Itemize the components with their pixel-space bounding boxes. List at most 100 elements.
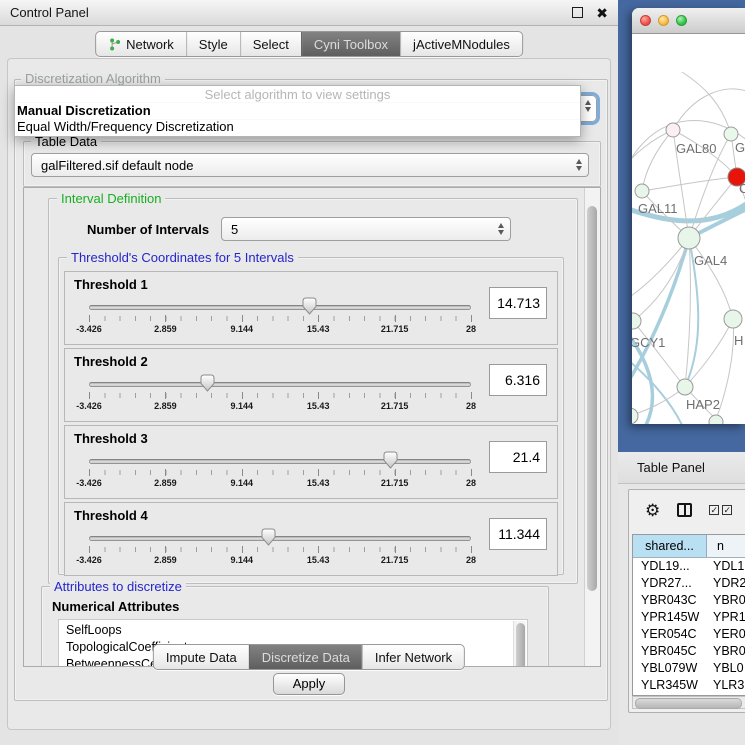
checkbox-icon[interactable]: ✓ [709, 505, 719, 515]
node-label-gal11: GAL11 [638, 201, 678, 216]
column-layout-icon[interactable] [677, 503, 692, 517]
apply-button[interactable]: Apply [273, 673, 345, 695]
major-tick [242, 392, 243, 399]
table-header-row: shared... n [633, 535, 745, 558]
minimize-traffic-light-icon[interactable] [658, 15, 669, 26]
slider-track[interactable] [89, 536, 471, 541]
control-panel: Control Panel ✖ Network Style Select Cyn… [0, 0, 618, 745]
tab-discretize-data[interactable]: Discretize Data [249, 645, 362, 669]
select-columns-icons[interactable]: ✓ ✓ [709, 505, 732, 515]
slider-track[interactable] [89, 305, 471, 310]
threshold-value-field[interactable]: 14.713 [489, 287, 547, 319]
table-row[interactable]: YBR045CYBR0 [633, 643, 745, 660]
threshold-value-field[interactable]: 6.316 [489, 364, 547, 396]
threshold-slider[interactable]: -3.4262.8599.14415.4321.71528 [89, 373, 471, 419]
slider-thumb[interactable] [302, 297, 317, 315]
major-tick [318, 392, 319, 399]
network-canvas[interactable]: GAL80 GA C GAL11 GAL4 GCY1 H HAP2 [632, 34, 745, 424]
node-gal80[interactable] [666, 123, 680, 137]
tick-label: 28 [466, 555, 476, 565]
threshold-slider[interactable]: -3.4262.8599.14415.4321.71528 [89, 296, 471, 342]
table-horizontal-scrollbar[interactable] [632, 696, 745, 709]
major-tick [395, 315, 396, 322]
slider-thumb[interactable] [383, 451, 398, 469]
threshold-slider[interactable]: -3.4262.8599.14415.4321.71528 [89, 527, 471, 573]
tab-impute-data[interactable]: Impute Data [154, 645, 249, 669]
tab-select[interactable]: Select [240, 32, 301, 56]
tick-label: 15.43 [307, 324, 330, 334]
slider-thumb[interactable] [261, 528, 276, 546]
number-of-intervals-combobox[interactable]: 5 [221, 217, 511, 241]
node-gal11[interactable] [635, 184, 649, 198]
tick-label: 28 [466, 478, 476, 488]
node-hap2[interactable] [677, 379, 693, 395]
node-label-gal80: GAL80 [676, 141, 716, 156]
tab-jactivemnodules[interactable]: jActiveMNodules [400, 32, 522, 56]
column-header-shared-name[interactable]: shared... [633, 535, 707, 557]
network-desktop-background: GAL80 GA C GAL11 GAL4 GCY1 H HAP2 [618, 0, 745, 452]
major-tick [242, 546, 243, 553]
slider-thumb[interactable] [200, 374, 215, 392]
node-h[interactable] [724, 310, 742, 328]
tick-label: 9.144 [231, 478, 254, 488]
zoom-traffic-light-icon[interactable] [676, 15, 687, 26]
scrollbar-thumb[interactable] [587, 206, 597, 591]
threshold-value-field[interactable]: 21.4 [489, 441, 547, 473]
threshold-slider[interactable]: -3.4262.8599.14415.4321.71528 [89, 450, 471, 496]
node-table-panel: ⚙ ✓ ✓ shared... n YDL19...YDL1 YDR27...Y… [628, 489, 745, 713]
float-window-icon[interactable] [572, 7, 583, 18]
node-right-top[interactable] [724, 127, 738, 141]
table-row[interactable]: YBR043CYBR0 [633, 592, 745, 609]
threshold-label: Threshold 4 [74, 508, 148, 523]
major-tick [318, 469, 319, 476]
slider-track[interactable] [89, 459, 471, 464]
threshold-value-field[interactable]: 11.344 [489, 518, 547, 550]
network-window-titlebar[interactable] [632, 8, 745, 34]
list-item[interactable]: SelfLoops [66, 622, 527, 639]
dropdown-option-manual[interactable]: Manual Discretization [15, 103, 580, 119]
node-bottom-partial[interactable] [709, 415, 723, 424]
numerical-attributes-label: Numerical Attributes [52, 599, 179, 614]
tab-network-label: Network [126, 37, 174, 52]
table-row[interactable]: YER054CYER0 [633, 626, 745, 643]
tab-cyni-toolbox[interactable]: Cyni Toolbox [301, 32, 400, 56]
node-gal4[interactable] [678, 227, 700, 249]
node-bottom-left-partial[interactable] [632, 408, 638, 424]
table-row[interactable]: YDR27...YDR2 [633, 575, 745, 592]
scrollbar-thumb[interactable] [516, 623, 525, 667]
table-row[interactable]: YDL19...YDL1 [633, 558, 745, 575]
table-row[interactable]: YLR345WYLR3 [633, 677, 745, 694]
tab-network[interactable]: Network [96, 32, 186, 56]
threshold-label: Threshold 1 [74, 277, 148, 292]
control-panel-titlebar: Control Panel ✖ [0, 0, 618, 26]
major-tick [165, 546, 166, 553]
gear-icon[interactable]: ⚙ [645, 502, 660, 519]
tick-label: 2.859 [154, 401, 177, 411]
table-data-combobox[interactable]: galFiltered.sif default node [31, 153, 589, 177]
list-scrollbar[interactable] [513, 621, 526, 667]
panel-title: Control Panel [10, 5, 89, 20]
table-row[interactable]: YPR145WYPR1 [633, 609, 745, 626]
node-label-partial-ga: GA [735, 140, 745, 155]
table-toolbar: ⚙ ✓ ✓ [629, 490, 745, 530]
checkbox-icon[interactable]: ✓ [722, 505, 732, 515]
close-icon[interactable]: ✖ [596, 6, 608, 20]
tick-label: 2.859 [154, 478, 177, 488]
tick-label: 21.715 [381, 401, 409, 411]
slider-tick-labels: -3.4262.8599.14415.4321.71528 [89, 478, 471, 490]
major-tick [89, 546, 90, 553]
column-header-name[interactable]: n [707, 535, 745, 557]
tab-infer-network[interactable]: Infer Network [362, 645, 464, 669]
major-tick [242, 469, 243, 476]
tab-style[interactable]: Style [186, 32, 240, 56]
scrollbar-thumb[interactable] [635, 698, 742, 709]
dropdown-placeholder: Select algorithm to view settings [15, 86, 580, 103]
dropdown-option-equal-width[interactable]: Equal Width/Frequency Discretization [15, 119, 580, 135]
close-traffic-light-icon[interactable] [640, 15, 651, 26]
interval-definition-title: Interval Definition [57, 191, 165, 206]
slider-track[interactable] [89, 382, 471, 387]
settings-scrollbar[interactable] [584, 188, 600, 666]
table-row[interactable]: YBL079WYBL0 [633, 660, 745, 677]
major-tick [89, 469, 90, 476]
main-tabstrip: Network Style Select Cyni Toolbox jActiv… [95, 31, 523, 57]
